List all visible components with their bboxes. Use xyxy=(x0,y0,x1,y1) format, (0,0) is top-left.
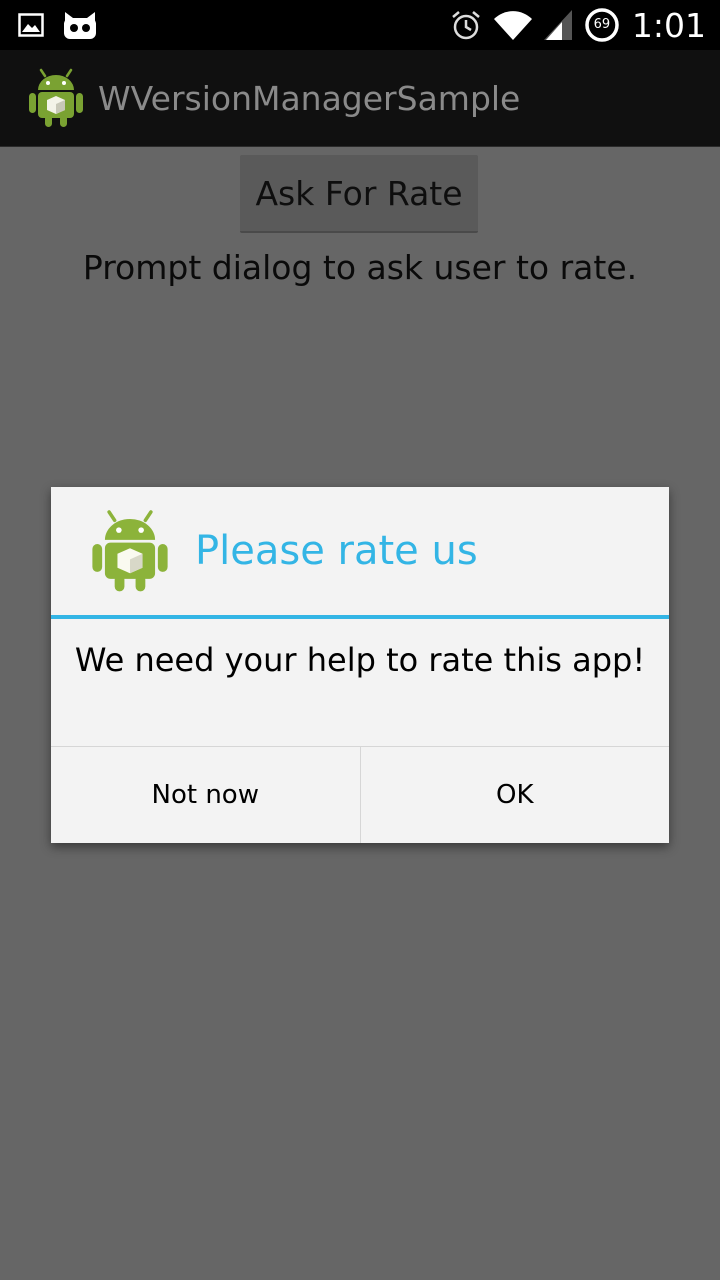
description-text: Prompt dialog to ask user to rate. xyxy=(82,248,638,287)
dialog-header: Please rate us xyxy=(51,487,669,615)
android-app-icon xyxy=(92,510,168,592)
status-notifications xyxy=(18,0,116,50)
ok-button[interactable]: OK xyxy=(359,747,670,843)
picture-icon xyxy=(18,13,44,37)
status-bar: 69 1:01 xyxy=(0,0,720,50)
dialog-message: We need your help to rate this app! xyxy=(74,641,646,679)
action-bar: WVersionManagerSample xyxy=(0,50,720,147)
signal-icon xyxy=(543,10,572,40)
battery-level-text: 69 xyxy=(593,17,611,32)
wifi-icon xyxy=(493,11,532,40)
dialog-button-bar: Not now OK xyxy=(51,746,669,844)
app-title: WVersionManagerSample xyxy=(98,78,521,118)
android-app-icon xyxy=(29,68,83,127)
dialog-title: Please rate us xyxy=(195,528,478,574)
rate-dialog: Please rate us We need your help to rate… xyxy=(51,487,669,843)
status-time: 1:01 xyxy=(631,5,706,45)
ask-for-rate-button[interactable]: Ask For Rate xyxy=(240,155,478,233)
alarm-icon xyxy=(452,11,480,40)
status-system: 69 1:01 xyxy=(438,0,706,50)
battery-icon: 69 xyxy=(584,7,620,43)
dialog-title-divider xyxy=(51,615,669,619)
not-now-button[interactable]: Not now xyxy=(51,747,360,843)
cyanogen-mascot-icon xyxy=(64,12,96,39)
